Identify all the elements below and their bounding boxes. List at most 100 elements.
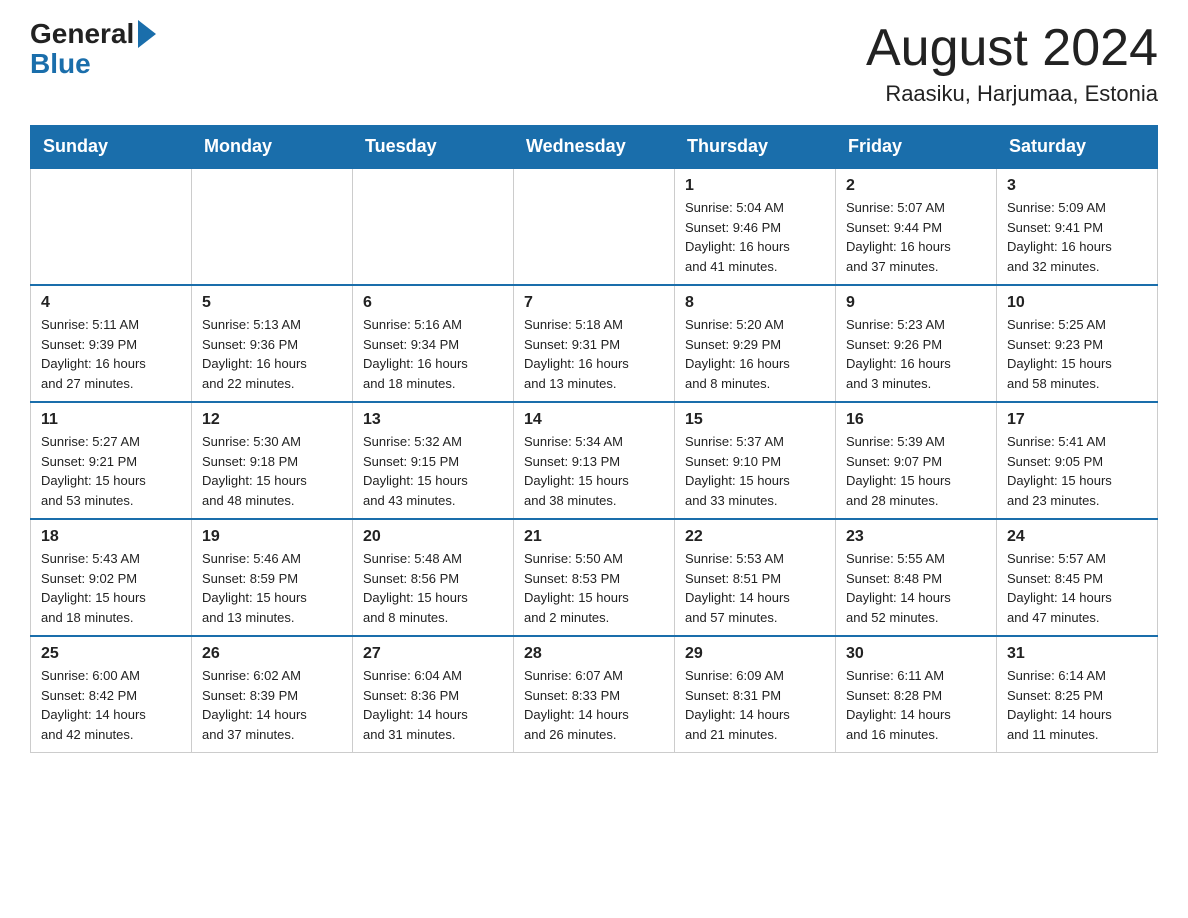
calendar-cell: 16Sunrise: 5:39 AMSunset: 9:07 PMDayligh… — [836, 402, 997, 519]
calendar-cell: 19Sunrise: 5:46 AMSunset: 8:59 PMDayligh… — [192, 519, 353, 636]
day-info: Sunrise: 5:13 AMSunset: 9:36 PMDaylight:… — [202, 315, 342, 393]
day-info: Sunrise: 5:57 AMSunset: 8:45 PMDaylight:… — [1007, 549, 1147, 627]
day-info: Sunrise: 5:16 AMSunset: 9:34 PMDaylight:… — [363, 315, 503, 393]
day-info: Sunrise: 6:04 AMSunset: 8:36 PMDaylight:… — [363, 666, 503, 744]
logo: General Blue — [30, 20, 156, 80]
calendar-cell: 9 Sunrise: 5:23 AMSunset: 9:26 PMDaylight… — [836, 285, 997, 402]
weekday-header-wednesday: Wednesday — [514, 126, 675, 169]
day-info: Sunrise: 5:09 AMSunset: 9:41 PMDaylight:… — [1007, 198, 1147, 276]
day-number: 12 — [202, 411, 342, 429]
calendar-cell: 26Sunrise: 6:02 AMSunset: 8:39 PMDayligh… — [192, 636, 353, 753]
calendar-cell: 25 Sunrise: 6:00 AMSunset: 8:42 PMDayligh… — [31, 636, 192, 753]
day-info: Sunrise: 5:55 AMSunset: 8:48 PMDaylight:… — [846, 549, 986, 627]
location-subtitle: Raasiku, Harjumaa, Estonia — [866, 81, 1158, 107]
calendar-cell: 29Sunrise: 6:09 AMSunset: 8:31 PMDayligh… — [675, 636, 836, 753]
day-number: 6 — [363, 294, 503, 312]
day-number: 28 — [524, 645, 664, 663]
page-header: General Blue August 2024 Raasiku, Harjum… — [30, 20, 1158, 107]
calendar-cell: 27 Sunrise: 6:04 AMSunset: 8:36 PMDayligh… — [353, 636, 514, 753]
day-number: 18 — [41, 528, 181, 546]
calendar-cell — [192, 168, 353, 285]
calendar-cell: 20 Sunrise: 5:48 AMSunset: 8:56 PMDayligh… — [353, 519, 514, 636]
calendar-cell: 31Sunrise: 6:14 AMSunset: 8:25 PMDayligh… — [997, 636, 1158, 753]
day-info: Sunrise: 5:53 AMSunset: 8:51 PMDaylight:… — [685, 549, 825, 627]
day-info: Sunrise: 5:07 AMSunset: 9:44 PMDaylight:… — [846, 198, 986, 276]
week-row-5: 25 Sunrise: 6:00 AMSunset: 8:42 PMDayligh… — [31, 636, 1158, 753]
calendar-table: SundayMondayTuesdayWednesdayThursdayFrid… — [30, 125, 1158, 753]
calendar-cell: 13Sunrise: 5:32 AMSunset: 9:15 PMDayligh… — [353, 402, 514, 519]
calendar-cell: 21 Sunrise: 5:50 AMSunset: 8:53 PMDayligh… — [514, 519, 675, 636]
day-number: 10 — [1007, 294, 1147, 312]
calendar-cell: 18 Sunrise: 5:43 AMSunset: 9:02 PMDayligh… — [31, 519, 192, 636]
calendar-cell: 7Sunrise: 5:18 AMSunset: 9:31 PMDaylight… — [514, 285, 675, 402]
day-number: 20 — [363, 528, 503, 546]
day-info: Sunrise: 5:50 AMSunset: 8:53 PMDaylight:… — [524, 549, 664, 627]
day-number: 26 — [202, 645, 342, 663]
logo-general-text: General — [30, 20, 134, 48]
week-row-3: 11 Sunrise: 5:27 AMSunset: 9:21 PMDayligh… — [31, 402, 1158, 519]
calendar-cell: 15 Sunrise: 5:37 AMSunset: 9:10 PMDayligh… — [675, 402, 836, 519]
day-info: Sunrise: 5:27 AMSunset: 9:21 PMDaylight:… — [41, 432, 181, 510]
day-info: Sunrise: 5:20 AMSunset: 9:29 PMDaylight:… — [685, 315, 825, 393]
day-number: 15 — [685, 411, 825, 429]
day-info: Sunrise: 6:09 AMSunset: 8:31 PMDaylight:… — [685, 666, 825, 744]
day-number: 23 — [846, 528, 986, 546]
calendar-cell: 30 Sunrise: 6:11 AMSunset: 8:28 PMDayligh… — [836, 636, 997, 753]
weekday-header-saturday: Saturday — [997, 126, 1158, 169]
day-number: 21 — [524, 528, 664, 546]
calendar-cell: 11 Sunrise: 5:27 AMSunset: 9:21 PMDayligh… — [31, 402, 192, 519]
weekday-header-sunday: Sunday — [31, 126, 192, 169]
day-info: Sunrise: 5:30 AMSunset: 9:18 PMDaylight:… — [202, 432, 342, 510]
weekday-header-thursday: Thursday — [675, 126, 836, 169]
calendar-cell: 23 Sunrise: 5:55 AMSunset: 8:48 PMDayligh… — [836, 519, 997, 636]
day-info: Sunrise: 5:41 AMSunset: 9:05 PMDaylight:… — [1007, 432, 1147, 510]
day-number: 1 — [685, 177, 825, 195]
weekday-header-row: SundayMondayTuesdayWednesdayThursdayFrid… — [31, 126, 1158, 169]
day-info: Sunrise: 5:11 AMSunset: 9:39 PMDaylight:… — [41, 315, 181, 393]
day-number: 11 — [41, 411, 181, 429]
day-number: 30 — [846, 645, 986, 663]
logo-arrow-icon — [138, 20, 156, 48]
day-info: Sunrise: 6:00 AMSunset: 8:42 PMDaylight:… — [41, 666, 181, 744]
day-number: 24 — [1007, 528, 1147, 546]
day-number: 22 — [685, 528, 825, 546]
weekday-header-monday: Monday — [192, 126, 353, 169]
day-info: Sunrise: 5:34 AMSunset: 9:13 PMDaylight:… — [524, 432, 664, 510]
day-info: Sunrise: 6:11 AMSunset: 8:28 PMDaylight:… — [846, 666, 986, 744]
day-number: 14 — [524, 411, 664, 429]
day-number: 8 — [685, 294, 825, 312]
calendar-cell: 24 Sunrise: 5:57 AMSunset: 8:45 PMDayligh… — [997, 519, 1158, 636]
week-row-4: 18 Sunrise: 5:43 AMSunset: 9:02 PMDayligh… — [31, 519, 1158, 636]
day-info: Sunrise: 5:37 AMSunset: 9:10 PMDaylight:… — [685, 432, 825, 510]
calendar-cell: 5 Sunrise: 5:13 AMSunset: 9:36 PMDaylight… — [192, 285, 353, 402]
calendar-cell: 8 Sunrise: 5:20 AMSunset: 9:29 PMDaylight… — [675, 285, 836, 402]
day-info: Sunrise: 5:48 AMSunset: 8:56 PMDaylight:… — [363, 549, 503, 627]
calendar-cell: 2 Sunrise: 5:07 AMSunset: 9:44 PMDaylight… — [836, 168, 997, 285]
calendar-cell: 12 Sunrise: 5:30 AMSunset: 9:18 PMDayligh… — [192, 402, 353, 519]
calendar-cell: 10Sunrise: 5:25 AMSunset: 9:23 PMDayligh… — [997, 285, 1158, 402]
day-info: Sunrise: 5:46 AMSunset: 8:59 PMDaylight:… — [202, 549, 342, 627]
calendar-cell — [514, 168, 675, 285]
calendar-cell: 17Sunrise: 5:41 AMSunset: 9:05 PMDayligh… — [997, 402, 1158, 519]
week-row-2: 4 Sunrise: 5:11 AMSunset: 9:39 PMDaylight… — [31, 285, 1158, 402]
day-number: 9 — [846, 294, 986, 312]
day-number: 16 — [846, 411, 986, 429]
day-number: 25 — [41, 645, 181, 663]
calendar-cell: 1 Sunrise: 5:04 AMSunset: 9:46 PMDaylight… — [675, 168, 836, 285]
day-number: 13 — [363, 411, 503, 429]
day-number: 3 — [1007, 177, 1147, 195]
day-number: 5 — [202, 294, 342, 312]
day-number: 27 — [363, 645, 503, 663]
calendar-cell: 4 Sunrise: 5:11 AMSunset: 9:39 PMDaylight… — [31, 285, 192, 402]
week-row-1: 1 Sunrise: 5:04 AMSunset: 9:46 PMDaylight… — [31, 168, 1158, 285]
day-number: 4 — [41, 294, 181, 312]
day-info: Sunrise: 5:04 AMSunset: 9:46 PMDaylight:… — [685, 198, 825, 276]
weekday-header-tuesday: Tuesday — [353, 126, 514, 169]
title-block: August 2024 Raasiku, Harjumaa, Estonia — [866, 20, 1158, 107]
weekday-header-friday: Friday — [836, 126, 997, 169]
day-number: 2 — [846, 177, 986, 195]
day-info: Sunrise: 5:43 AMSunset: 9:02 PMDaylight:… — [41, 549, 181, 627]
day-info: Sunrise: 6:14 AMSunset: 8:25 PMDaylight:… — [1007, 666, 1147, 744]
calendar-cell: 6 Sunrise: 5:16 AMSunset: 9:34 PMDaylight… — [353, 285, 514, 402]
day-info: Sunrise: 5:23 AMSunset: 9:26 PMDaylight:… — [846, 315, 986, 393]
